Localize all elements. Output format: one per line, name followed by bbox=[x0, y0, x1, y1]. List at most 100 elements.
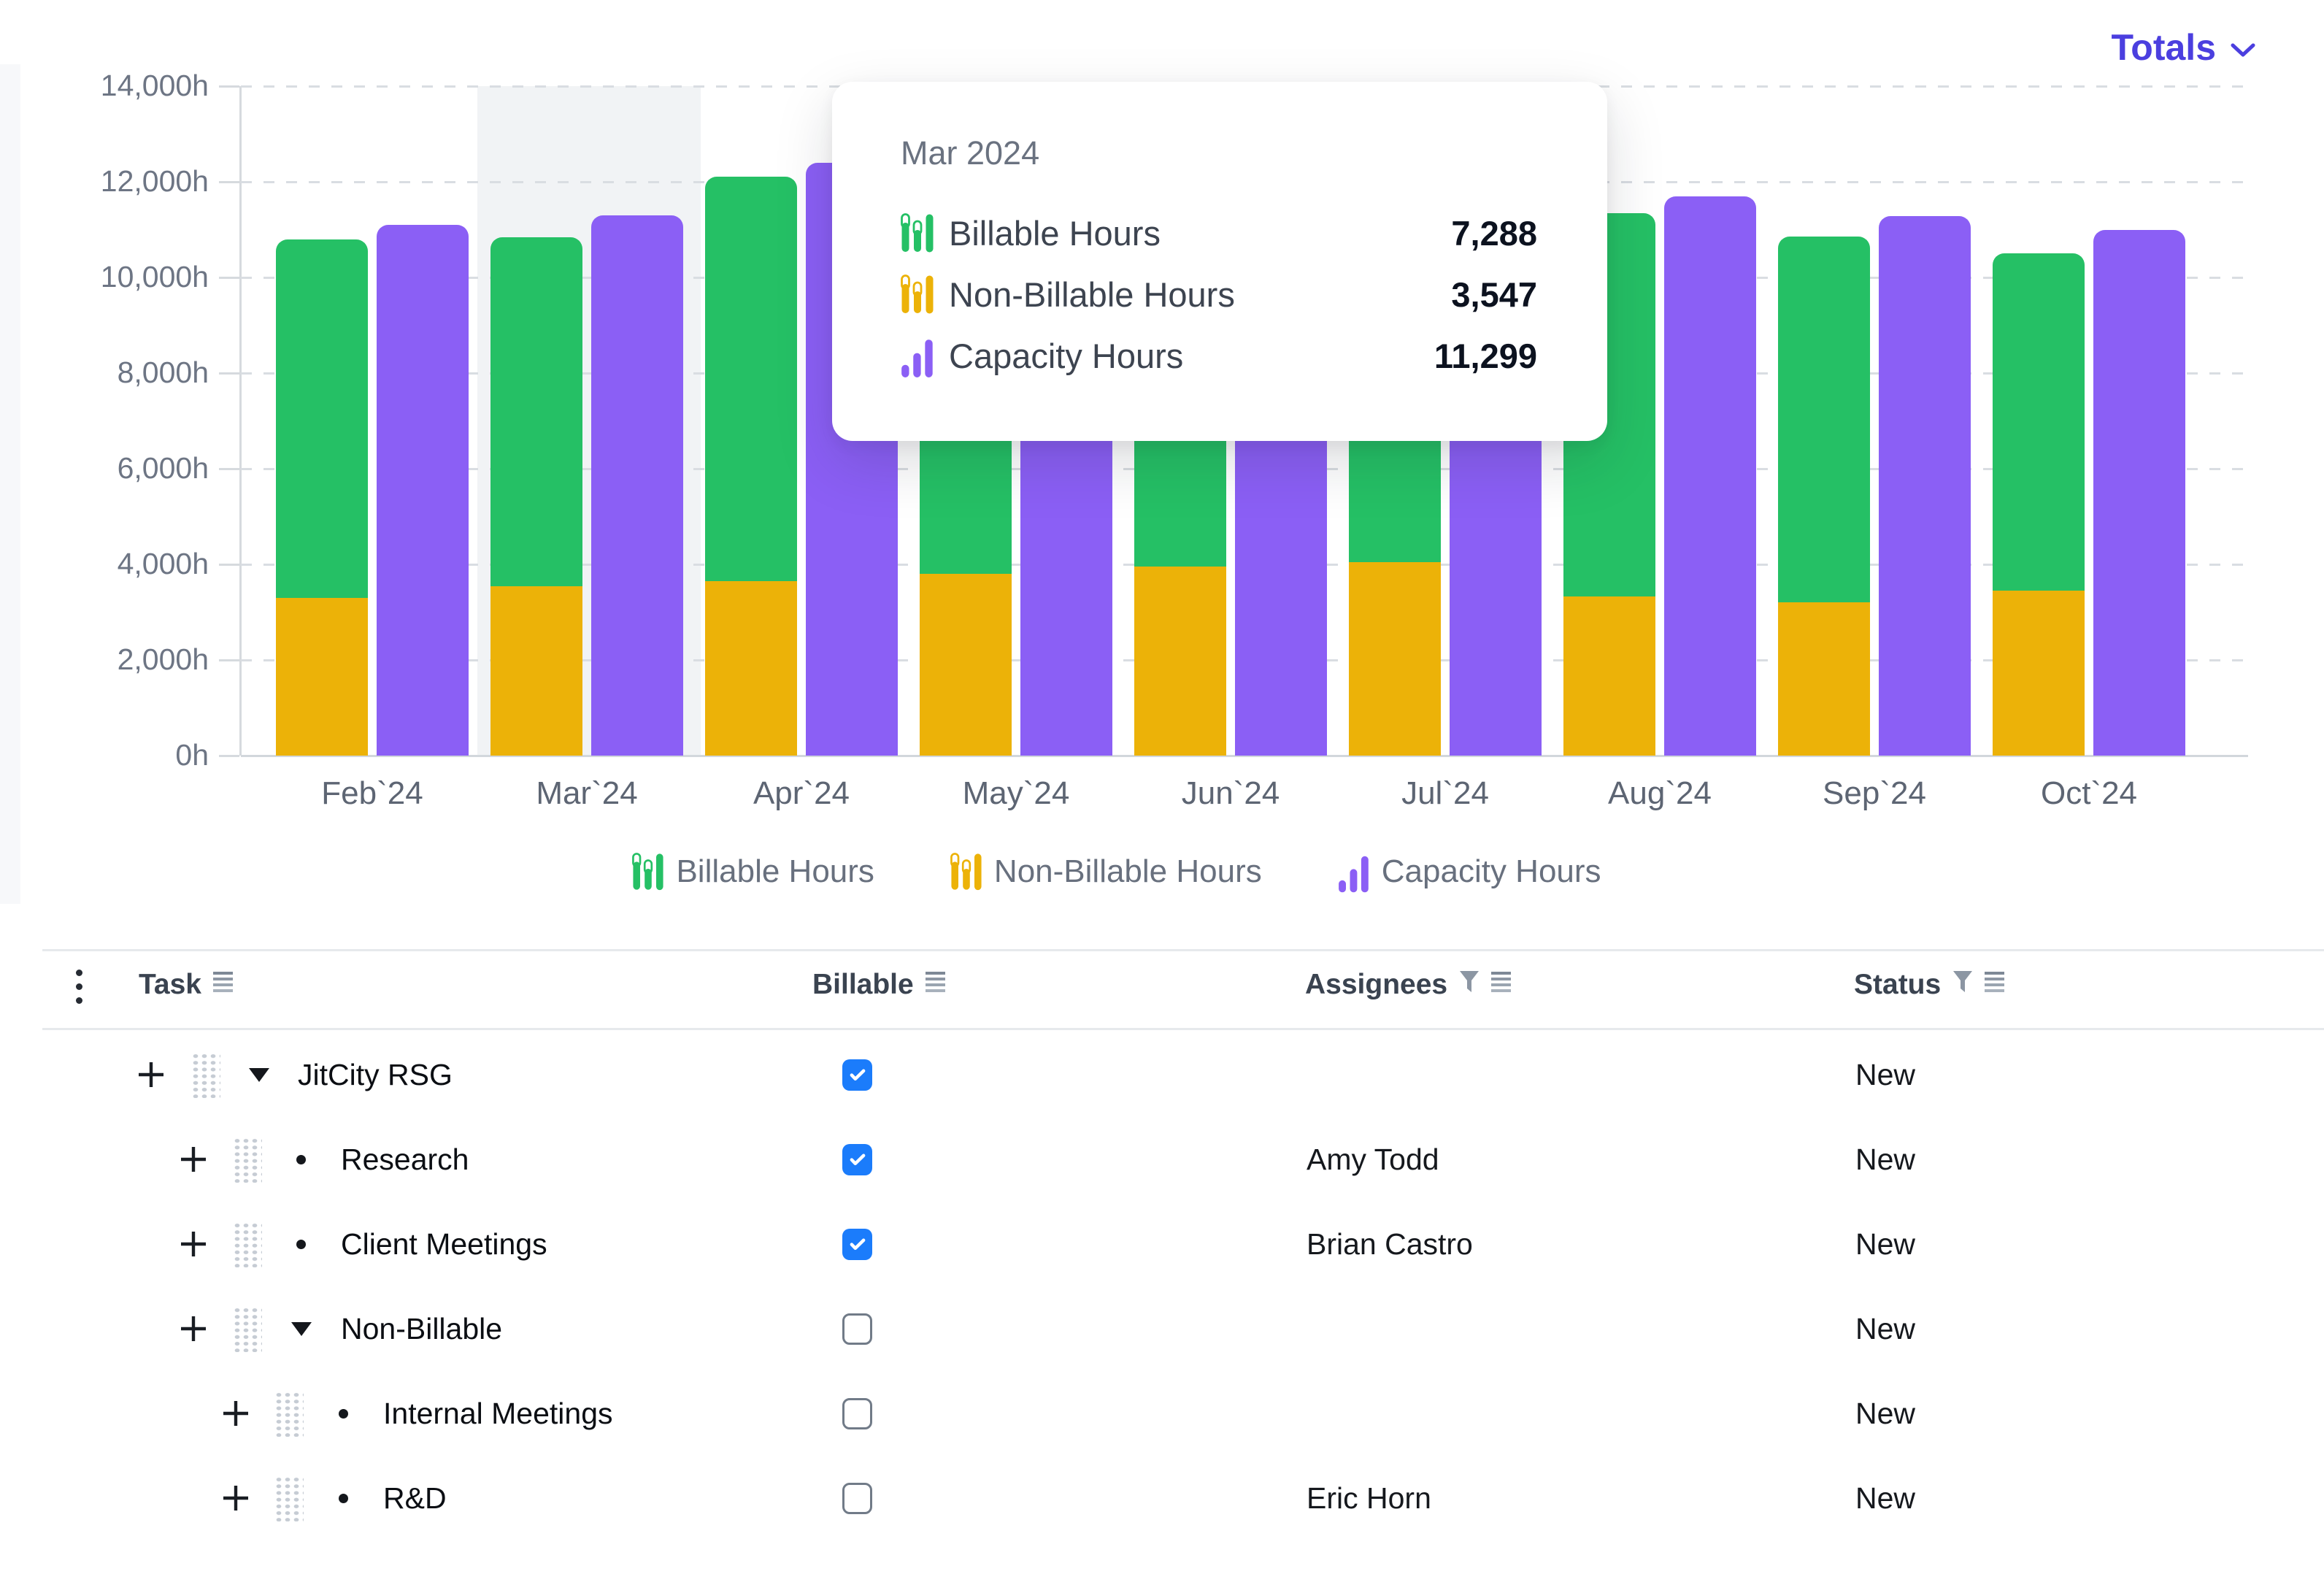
billable-checkbox[interactable] bbox=[842, 1059, 872, 1091]
non-billable-bar-Feb`24[interactable] bbox=[276, 598, 368, 756]
drag-handle-icon[interactable] bbox=[231, 1306, 262, 1352]
filter-icon[interactable] bbox=[1459, 969, 1480, 1001]
assignee-name: Eric Horn bbox=[1307, 1481, 1431, 1516]
non-billable-bar-Jul`24[interactable] bbox=[1349, 562, 1441, 756]
drag-handle[interactable] bbox=[273, 1389, 304, 1438]
column-header-task: Task bbox=[139, 969, 233, 1001]
legend-bars-icon bbox=[901, 275, 934, 314]
billable-checkbox[interactable] bbox=[842, 1398, 872, 1429]
drag-handle[interactable] bbox=[231, 1219, 262, 1269]
bullet-icon bbox=[296, 1240, 306, 1249]
totals-dropdown[interactable]: Totals bbox=[2111, 26, 2255, 69]
column-menu-icon[interactable] bbox=[213, 969, 233, 1001]
add-subtask-button[interactable] bbox=[220, 1397, 252, 1429]
billable-bar-Oct`24[interactable] bbox=[1993, 253, 2085, 591]
add-subtask-button[interactable] bbox=[135, 1050, 167, 1099]
non-billable-bar-May`24[interactable] bbox=[920, 574, 1012, 756]
task-name-cell: JitCity RSG bbox=[298, 1050, 453, 1099]
add-subtask-button[interactable] bbox=[220, 1473, 252, 1523]
legend-label: Billable Hours bbox=[676, 853, 874, 890]
add-subtask-button[interactable] bbox=[177, 1228, 209, 1260]
drag-handle[interactable] bbox=[190, 1050, 220, 1099]
status-cell: New bbox=[1855, 1050, 1915, 1099]
add-subtask-button[interactable] bbox=[220, 1389, 252, 1438]
non-billable-bar-Mar`24[interactable] bbox=[490, 586, 582, 756]
assignee-name: Amy Todd bbox=[1307, 1143, 1439, 1177]
billable-bars-icon bbox=[632, 853, 664, 891]
billable-cell bbox=[842, 1050, 872, 1099]
capacity-bars-icon bbox=[901, 333, 937, 378]
x-axis-month-label: May`24 bbox=[909, 775, 1123, 812]
drag-handle[interactable] bbox=[273, 1473, 304, 1523]
drag-handle-icon[interactable] bbox=[273, 1391, 304, 1437]
x-axis-month-label: Jul`24 bbox=[1338, 775, 1552, 812]
drag-handle[interactable] bbox=[231, 1135, 262, 1184]
chevron-down-icon bbox=[2231, 43, 2255, 58]
drag-handle-icon[interactable] bbox=[273, 1475, 304, 1521]
add-subtask-button[interactable] bbox=[177, 1304, 209, 1354]
drag-handle[interactable] bbox=[231, 1304, 262, 1354]
non-billable-bar-Jun`24[interactable] bbox=[1134, 567, 1226, 756]
task-name-cell: Non-Billable bbox=[341, 1304, 502, 1354]
drag-handle-icon[interactable] bbox=[231, 1221, 262, 1267]
y-axis-tick-label: 12,000h bbox=[22, 164, 209, 199]
billable-cell bbox=[842, 1389, 872, 1438]
non-billable-bar-Sep`24[interactable] bbox=[1778, 602, 1870, 756]
workload-report-page: Totals 14,000h12,000h10,000h8,000h6,000h… bbox=[0, 0, 2324, 1593]
drag-handle-icon[interactable] bbox=[231, 1137, 262, 1183]
column-menu-icon[interactable] bbox=[1985, 969, 2004, 1001]
capacity-bar-Mar`24[interactable] bbox=[591, 215, 683, 756]
non-billable-bar-Apr`24[interactable] bbox=[705, 581, 797, 756]
legend-item[interactable]: Non-Billable Hours bbox=[950, 850, 1262, 893]
task-name-cell: Internal Meetings bbox=[383, 1389, 613, 1438]
tooltip-row: Billable Hours 7,288 bbox=[901, 212, 1537, 254]
column-menu-icon[interactable] bbox=[1491, 969, 1511, 1001]
billable-bar-Feb`24[interactable] bbox=[276, 239, 368, 598]
legend-item[interactable]: Capacity Hours bbox=[1338, 850, 1601, 893]
add-subtask-button[interactable] bbox=[177, 1135, 209, 1184]
chart-legend: Billable Hours Non-Billable Hours Capaci… bbox=[0, 850, 2279, 893]
table-header-bottom-border bbox=[42, 1028, 2324, 1030]
legend-bars-icon bbox=[632, 853, 664, 891]
y-axis-tick-label: 0h bbox=[22, 738, 209, 772]
x-axis-month-label: Aug`24 bbox=[1552, 775, 1767, 812]
table-menu-kebab-icon[interactable] bbox=[76, 970, 82, 1004]
assignees-cell: Amy Todd bbox=[1307, 1135, 1439, 1184]
drag-handle-icon[interactable] bbox=[190, 1052, 220, 1098]
task-name: R&D bbox=[383, 1481, 447, 1516]
collapse-arrow-icon[interactable] bbox=[249, 1068, 269, 1082]
billable-checkbox[interactable] bbox=[842, 1313, 872, 1345]
tooltip-series-label: Capacity Hours bbox=[949, 336, 1183, 376]
task-name: Internal Meetings bbox=[383, 1397, 613, 1431]
expand-toggle[interactable] bbox=[291, 1304, 312, 1354]
add-subtask-button[interactable] bbox=[177, 1143, 209, 1175]
capacity-bar-Sep`24[interactable] bbox=[1879, 216, 1971, 756]
billable-checkbox[interactable] bbox=[842, 1144, 872, 1175]
billable-checkbox[interactable] bbox=[842, 1229, 872, 1260]
add-subtask-button[interactable] bbox=[135, 1059, 167, 1091]
legend-item[interactable]: Billable Hours bbox=[632, 850, 874, 893]
add-subtask-button[interactable] bbox=[220, 1482, 252, 1514]
add-subtask-button[interactable] bbox=[177, 1313, 209, 1345]
billable-cell bbox=[842, 1219, 872, 1269]
status-value: New bbox=[1855, 1143, 1915, 1177]
billable-bar-Mar`24[interactable] bbox=[490, 237, 582, 586]
legend-label: Capacity Hours bbox=[1382, 853, 1601, 890]
bullet-icon bbox=[296, 1155, 306, 1164]
capacity-bar-Feb`24[interactable] bbox=[377, 225, 469, 756]
column-menu-icon[interactable] bbox=[926, 969, 945, 1001]
non-billable-bar-Oct`24[interactable] bbox=[1993, 591, 2085, 756]
add-subtask-button[interactable] bbox=[177, 1219, 209, 1269]
filter-icon[interactable] bbox=[1952, 969, 1973, 1001]
legend-bars-icon bbox=[950, 853, 982, 891]
billable-bar-Apr`24[interactable] bbox=[705, 177, 797, 580]
totals-label: Totals bbox=[2111, 26, 2216, 69]
expand-toggle[interactable] bbox=[249, 1050, 269, 1099]
billable-bar-Sep`24[interactable] bbox=[1778, 237, 1870, 602]
capacity-bar-Aug`24[interactable] bbox=[1664, 196, 1756, 756]
non-billable-bar-Aug`24[interactable] bbox=[1563, 596, 1655, 756]
y-axis-tick-label: 4,000h bbox=[22, 547, 209, 581]
capacity-bar-Oct`24[interactable] bbox=[2093, 230, 2185, 756]
collapse-arrow-icon[interactable] bbox=[291, 1322, 312, 1336]
billable-checkbox[interactable] bbox=[842, 1483, 872, 1514]
